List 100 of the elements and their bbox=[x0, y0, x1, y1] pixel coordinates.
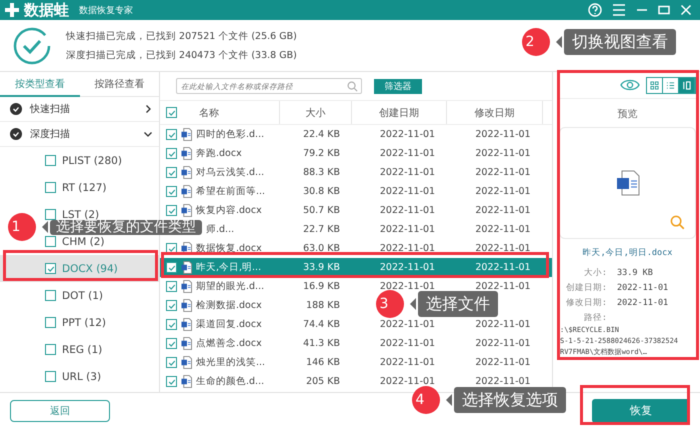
view-mode-button[interactable] bbox=[647, 78, 663, 92]
created-date: 2022-11-01 bbox=[378, 167, 436, 178]
checkbox[interactable] bbox=[45, 317, 56, 328]
file-size: 22.4 KB bbox=[302, 129, 341, 140]
checkbox[interactable] bbox=[166, 376, 177, 387]
help-icon[interactable] bbox=[588, 3, 602, 17]
select-all-checkbox[interactable] bbox=[166, 107, 177, 118]
column-header[interactable]: 修改日期 bbox=[447, 101, 543, 124]
file-size: 41.3 KB bbox=[302, 338, 341, 349]
file-size: 22.7 KB bbox=[302, 224, 341, 235]
modified-date: 2022-11-01 bbox=[474, 186, 532, 197]
checkbox[interactable] bbox=[166, 167, 177, 178]
detail-label: 创建日期: bbox=[564, 282, 607, 294]
column-header[interactable]: 大小 bbox=[280, 101, 352, 124]
checkbox[interactable] bbox=[166, 357, 177, 368]
word-document-icon bbox=[181, 318, 192, 331]
tree-node[interactable]: 快速扫描 bbox=[0, 97, 159, 122]
file-type-label[interactable]: URL (3) bbox=[62, 370, 102, 382]
file-size: 33.9 KB bbox=[302, 262, 341, 273]
checkbox[interactable] bbox=[45, 290, 56, 301]
checkbox[interactable] bbox=[45, 371, 56, 382]
menu-icon[interactable] bbox=[612, 4, 626, 16]
step-number-badge: 4 bbox=[412, 386, 440, 414]
maximize-icon[interactable] bbox=[658, 4, 670, 16]
chevron-down-icon[interactable] bbox=[143, 129, 153, 139]
back-button[interactable]: 返回 bbox=[10, 400, 110, 422]
word-document-icon bbox=[181, 337, 192, 350]
file-name: 师.d... bbox=[206, 223, 234, 236]
list-icon bbox=[666, 80, 675, 90]
step-number-badge: 1 bbox=[8, 213, 36, 241]
file-name: 昨天,今日,明... bbox=[196, 261, 262, 274]
checkbox[interactable] bbox=[166, 300, 177, 311]
created-date: 2022-11-01 bbox=[378, 129, 436, 140]
checkbox[interactable] bbox=[166, 281, 177, 292]
eye-icon[interactable] bbox=[620, 79, 640, 91]
file-name: 奔跑.docx bbox=[196, 147, 242, 160]
file-name: 对乌云浅笑.d... bbox=[196, 166, 264, 179]
modified-date: 2022-11-01 bbox=[474, 243, 532, 254]
scan-summary-text: 快速扫描已完成，已找到 207521 个文件 (25.6 GB) bbox=[66, 30, 297, 42]
modified-date: 2022-11-01 bbox=[474, 357, 532, 368]
detail-label: 路径: bbox=[582, 312, 607, 324]
search-icon bbox=[347, 80, 358, 92]
file-size: 146 KB bbox=[305, 357, 341, 368]
checkbox[interactable] bbox=[45, 209, 56, 220]
detail-label: 修改日期: bbox=[564, 296, 607, 308]
checkbox[interactable] bbox=[166, 205, 177, 216]
checkbox[interactable] bbox=[45, 155, 56, 166]
modified-date: 2022-11-01 bbox=[474, 262, 532, 273]
word-document-icon bbox=[181, 356, 192, 369]
file-type-label[interactable]: DOT (1) bbox=[62, 290, 103, 302]
checkbox[interactable] bbox=[166, 148, 177, 159]
column-header[interactable]: 创建日期 bbox=[352, 101, 447, 124]
preview-title: 预览 bbox=[616, 108, 638, 121]
checkbox[interactable] bbox=[45, 236, 56, 247]
step-number-badge: 3 bbox=[376, 290, 404, 318]
file-type-label[interactable]: CHM (2) bbox=[62, 236, 104, 248]
file-type-label[interactable]: LST (2) bbox=[62, 208, 100, 220]
checkbox[interactable] bbox=[166, 129, 177, 140]
file-type-label[interactable]: PPT (12) bbox=[62, 316, 106, 328]
checkbox[interactable] bbox=[45, 344, 56, 355]
file-type-label[interactable]: PLIST (280) bbox=[62, 154, 122, 166]
created-date: 2022-11-01 bbox=[378, 357, 436, 368]
created-date: 2022-11-01 bbox=[378, 186, 436, 197]
created-date: 2022-11-01 bbox=[378, 262, 436, 273]
file-size: 88.3 KB bbox=[302, 167, 341, 178]
preview-file-name: 昨天,今日,明日.docx bbox=[582, 247, 674, 259]
modified-date: 2022-11-01 bbox=[474, 167, 532, 178]
checkbox[interactable] bbox=[45, 263, 56, 274]
tree-node[interactable]: 深度扫描 bbox=[0, 122, 159, 147]
checkmark-circle-icon bbox=[12, 26, 52, 66]
file-type-label[interactable]: REG (1) bbox=[62, 344, 102, 356]
filter-button[interactable]: 筛选器 bbox=[374, 78, 422, 94]
file-type-label[interactable]: RT (127) bbox=[62, 182, 107, 194]
magnifier-icon[interactable] bbox=[670, 215, 685, 230]
modified-date: 2022-11-01 bbox=[474, 205, 532, 216]
file-name: 四时的色彩.d... bbox=[196, 128, 264, 141]
created-date: 2022-11-01 bbox=[378, 376, 436, 387]
close-icon[interactable] bbox=[680, 4, 692, 16]
checkbox[interactable] bbox=[166, 186, 177, 197]
callout-tooltip: 切换视图查看 bbox=[564, 29, 676, 55]
app-name: 数据蛙 bbox=[24, 0, 69, 20]
word-document-icon bbox=[181, 128, 192, 141]
word-document-icon bbox=[181, 280, 192, 293]
modified-date: 2022-11-01 bbox=[474, 376, 532, 387]
checkbox[interactable] bbox=[166, 319, 177, 330]
column-header[interactable]: 名称 bbox=[199, 106, 219, 120]
checkbox[interactable] bbox=[166, 338, 177, 349]
file-name: 渠道回复.docx bbox=[196, 318, 262, 331]
file-size: 16.9 KB bbox=[302, 281, 341, 292]
modified-date: 2022-11-01 bbox=[474, 319, 532, 330]
recover-button[interactable]: 恢复 bbox=[592, 398, 690, 422]
detail-value: 2022-11-01 bbox=[617, 282, 668, 292]
created-date: 2022-11-01 bbox=[378, 319, 436, 330]
created-date: 2022-11-01 bbox=[378, 205, 436, 216]
checkbox[interactable] bbox=[45, 182, 56, 193]
checkbox[interactable] bbox=[166, 262, 177, 273]
chevron-right-icon[interactable] bbox=[143, 104, 153, 114]
detail-label: 大小: bbox=[582, 266, 607, 278]
view-mode-button[interactable] bbox=[679, 78, 695, 92]
modified-date: 2022-11-01 bbox=[474, 224, 532, 235]
